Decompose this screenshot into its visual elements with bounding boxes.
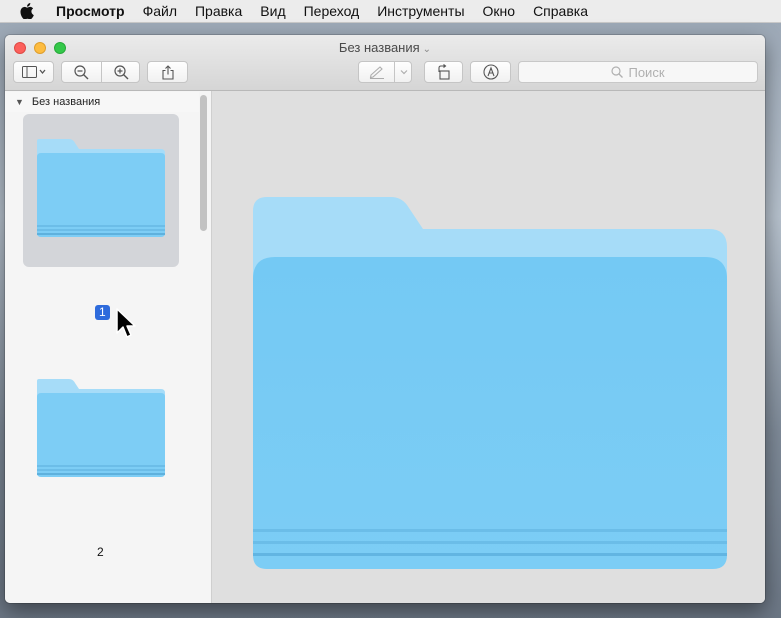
- zoom-in-icon: [113, 64, 129, 80]
- disclosure-triangle-icon[interactable]: ▼: [15, 97, 24, 107]
- menu-edit[interactable]: Правка: [186, 3, 251, 19]
- thumbnail-sidebar: ▼ Без названия 1 2: [5, 91, 212, 603]
- rotate-icon: [436, 64, 452, 80]
- search-field[interactable]: Поиск: [518, 61, 758, 83]
- window-title-text: Без названия: [338, 40, 420, 55]
- page-number-1: 1: [95, 305, 110, 320]
- folder-icon: [251, 195, 729, 576]
- preview-window: Без названия ⌄ Поиск ▼ Без названия 1 2: [5, 35, 765, 603]
- window-title[interactable]: Без названия ⌄: [5, 40, 765, 55]
- menu-tools[interactable]: Инструменты: [368, 3, 473, 19]
- document-header[interactable]: ▼ Без названия: [5, 92, 199, 112]
- menu-app-name[interactable]: Просмотр: [46, 3, 134, 19]
- sidebar-view-button[interactable]: [13, 61, 54, 83]
- share-icon: [161, 64, 174, 80]
- document-view[interactable]: [212, 91, 765, 603]
- document-name: Без названия: [31, 96, 101, 108]
- menu-file[interactable]: Файл: [134, 3, 186, 19]
- markup-toolbar-button[interactable]: [470, 61, 511, 83]
- menu-window[interactable]: Окно: [474, 3, 525, 19]
- mouse-cursor-icon: [116, 308, 138, 345]
- menu-help[interactable]: Справка: [524, 3, 597, 19]
- search-placeholder: Поиск: [628, 64, 665, 80]
- markup-pen-menu-button[interactable]: [395, 62, 412, 82]
- search-icon: [611, 66, 624, 78]
- menu-bar: Просмотр Файл Правка Вид Переход Инструм…: [0, 0, 781, 23]
- title-bar: Без названия ⌄ Поиск: [5, 35, 765, 91]
- page-number-2: 2: [97, 545, 104, 559]
- folder-icon: [35, 137, 167, 246]
- pen-icon: [369, 65, 385, 79]
- share-button[interactable]: [147, 61, 188, 83]
- sidebar-icon: [21, 66, 46, 78]
- menu-go[interactable]: Переход: [295, 3, 369, 19]
- zoom-out-button[interactable]: [62, 62, 101, 82]
- zoom-in-button[interactable]: [102, 62, 140, 82]
- apple-icon[interactable]: [20, 3, 36, 19]
- rotate-button[interactable]: [424, 61, 463, 83]
- sidebar-scrollbar[interactable]: [200, 95, 207, 231]
- folder-icon[interactable]: [35, 377, 167, 486]
- chevron-down-icon: [400, 69, 408, 75]
- markup-pen-control: [358, 61, 412, 83]
- markup-pen-button[interactable]: [359, 62, 394, 82]
- markup-icon: [482, 64, 499, 80]
- chevron-down-icon: ⌄: [422, 44, 432, 55]
- menu-view[interactable]: Вид: [251, 3, 294, 19]
- zoom-out-icon: [74, 64, 89, 80]
- zoom-control: [61, 61, 140, 83]
